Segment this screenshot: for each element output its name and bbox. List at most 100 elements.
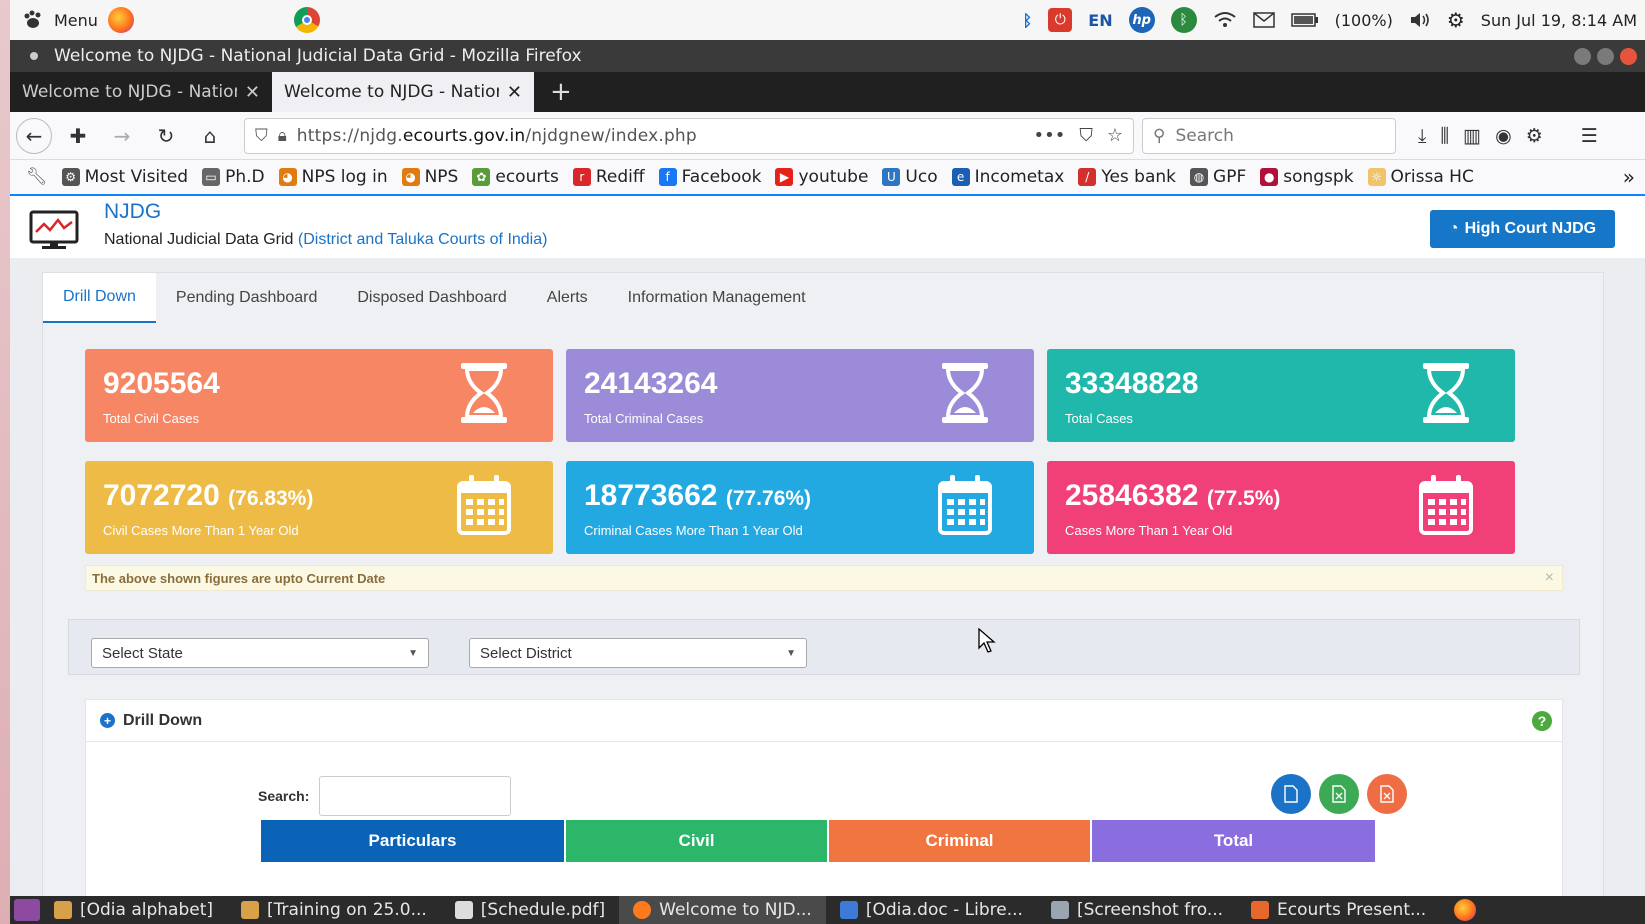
taskbar-item[interactable]: [Schedule.pdf] bbox=[441, 896, 619, 924]
bookmark-item[interactable]: ◕ NPS log in bbox=[278, 167, 388, 187]
bookmark-item[interactable]: f Facebook bbox=[658, 167, 761, 187]
bookmark-item[interactable]: e Incometax bbox=[951, 167, 1064, 187]
alert-close-icon[interactable]: × bbox=[1545, 569, 1562, 587]
bookmark-item[interactable]: ◍ GPF bbox=[1190, 167, 1246, 187]
lock-icon[interactable]: 🔒︎ bbox=[278, 126, 287, 146]
column-header-criminal[interactable]: Criminal bbox=[829, 820, 1092, 862]
pocket-icon[interactable]: ⛉ bbox=[1079, 125, 1093, 146]
taskbar-item[interactable]: [Odia alphabet] bbox=[40, 896, 227, 924]
bookmark-item[interactable]: ◕ NPS bbox=[401, 167, 458, 187]
power-icon[interactable]: ⏻ bbox=[1048, 8, 1073, 32]
maximize-button[interactable] bbox=[1597, 47, 1614, 65]
stat-card[interactable]: 7072720 (76.83%) Civil Cases More Than 1 … bbox=[85, 461, 553, 554]
taskbar-item[interactable]: [Training on 25.0... bbox=[227, 896, 441, 924]
menu-button[interactable]: Menu bbox=[54, 11, 98, 30]
account-icon[interactable]: ◉ bbox=[1495, 125, 1512, 147]
bookmarks-overflow-icon[interactable]: » bbox=[1623, 165, 1645, 189]
stat-card[interactable]: 24143264 Total Criminal Cases bbox=[566, 349, 1034, 442]
url-bar[interactable]: ⛉ 🔒︎ https://njdg.ecourts.gov.in/njdgnew… bbox=[244, 117, 1134, 154]
wifi-icon[interactable] bbox=[1213, 11, 1237, 29]
library-icon[interactable]: ⫼ bbox=[1440, 125, 1449, 147]
firefox-launcher-icon[interactable] bbox=[107, 7, 134, 33]
close-window-button[interactable] bbox=[1620, 47, 1637, 65]
bookmark-item[interactable]: U Uco bbox=[882, 167, 938, 187]
bookmark-item[interactable]: ▭ Ph.D bbox=[202, 167, 265, 187]
bookmark-item[interactable]: ⚙ Most Visited bbox=[61, 167, 188, 187]
stat-card[interactable]: 9205564 Total Civil Cases bbox=[85, 349, 553, 442]
bluetooth-icon[interactable]: ᛒ bbox=[1023, 11, 1033, 30]
url-text[interactable]: https://njdg.ecourts.gov.in/njdgnew/inde… bbox=[297, 126, 1024, 146]
tab-disposed-dashboard[interactable]: Disposed Dashboard bbox=[337, 273, 526, 323]
bookmark-star-icon[interactable]: ☆ bbox=[1107, 125, 1123, 146]
extension-gear-icon[interactable]: ⚙ bbox=[1526, 125, 1543, 147]
paw-menu-icon[interactable] bbox=[22, 10, 44, 30]
system-panel: Menu ᛒ ⏻ EN hp ᛒ (100%) ⚙ Sun Jul 19, 8:… bbox=[10, 0, 1645, 40]
firefox-tray-icon[interactable] bbox=[1454, 899, 1477, 921]
language-indicator[interactable]: EN bbox=[1088, 11, 1112, 30]
high-court-njdg-button[interactable]: ◔ High Court NJDG bbox=[1430, 210, 1615, 248]
extensions-icon[interactable]: ✚ bbox=[60, 118, 96, 154]
page-actions-icon[interactable]: ••• bbox=[1034, 125, 1066, 146]
mail-icon[interactable] bbox=[1252, 12, 1275, 28]
stat-label: Total Civil Cases bbox=[103, 411, 200, 426]
search-label: Search: bbox=[258, 788, 310, 804]
close-tab-icon[interactable]: ✕ bbox=[245, 82, 260, 103]
volume-icon[interactable] bbox=[1409, 11, 1431, 29]
tab-alerts[interactable]: Alerts bbox=[527, 273, 608, 323]
select-state-dropdown[interactable]: Select State ▼ bbox=[91, 638, 429, 668]
export-excel-button[interactable] bbox=[1319, 774, 1359, 814]
settings-gear-icon[interactable]: ⚙ bbox=[1447, 8, 1465, 32]
forward-button[interactable]: → bbox=[104, 118, 140, 154]
minimize-button[interactable] bbox=[1574, 47, 1591, 65]
stat-value: 25846382 (77.5%) bbox=[1065, 479, 1281, 512]
browser-tab[interactable]: Welcome to NJDG - Nationa ✕ bbox=[10, 72, 272, 112]
tab-drill-down[interactable]: Drill Down bbox=[43, 273, 156, 323]
select-district-dropdown[interactable]: Select District ▼ bbox=[469, 638, 807, 668]
expand-plus-icon[interactable]: + bbox=[100, 713, 115, 728]
tab-pending-dashboard[interactable]: Pending Dashboard bbox=[156, 273, 337, 323]
wrench-icon[interactable]: 🔧︎ bbox=[26, 167, 48, 187]
clock[interactable]: Sun Jul 19, 8:14 AM bbox=[1481, 11, 1637, 30]
bluetooth-manager-icon[interactable]: ᛒ bbox=[1170, 7, 1197, 33]
back-button[interactable]: ← bbox=[16, 117, 52, 154]
column-header-civil[interactable]: Civil bbox=[566, 820, 829, 862]
bookmark-item[interactable]: r Rediff bbox=[572, 167, 645, 187]
export-csv-button[interactable] bbox=[1367, 774, 1407, 814]
taskbar-item[interactable]: [Screenshot fro... bbox=[1037, 896, 1237, 924]
bookmark-item[interactable]: ✿ ecourts bbox=[472, 167, 559, 187]
bookmark-item[interactable]: ● songspk bbox=[1260, 167, 1354, 187]
table-search-input[interactable] bbox=[319, 776, 512, 816]
export-pdf-button[interactable] bbox=[1271, 774, 1311, 814]
search-input[interactable]: ⚲ Search bbox=[1142, 117, 1396, 154]
tab-information-management[interactable]: Information Management bbox=[608, 273, 826, 323]
sidebar-icon[interactable]: ▥ bbox=[1463, 125, 1481, 147]
new-tab-button[interactable]: + bbox=[534, 72, 588, 112]
dashboard-tabs: Drill Down Pending Dashboard Disposed Dash… bbox=[43, 273, 826, 323]
hamburger-menu-icon[interactable]: ☰ bbox=[1581, 125, 1598, 147]
show-desktop-icon[interactable] bbox=[14, 899, 40, 921]
taskbar-item[interactable]: Ecourts Present... bbox=[1237, 896, 1440, 924]
njdg-logo-icon[interactable] bbox=[28, 210, 84, 250]
reload-button[interactable]: ↻ bbox=[148, 118, 184, 154]
browser-tab-active[interactable]: Welcome to NJDG - Nationa ✕ bbox=[272, 72, 534, 112]
shield-icon[interactable]: ⛉ bbox=[255, 126, 268, 146]
battery-icon[interactable] bbox=[1290, 12, 1319, 28]
downloads-icon[interactable]: ⤓ bbox=[1418, 125, 1426, 147]
stat-card[interactable]: 33348828 Total Cases bbox=[1047, 349, 1515, 442]
bookmark-item[interactable]: / Yes bank bbox=[1078, 167, 1176, 187]
hp-icon[interactable]: hp bbox=[1128, 7, 1155, 33]
column-header-particulars[interactable]: Particulars bbox=[261, 820, 566, 862]
close-tab-icon[interactable]: ✕ bbox=[507, 82, 522, 103]
chrome-launcher-icon[interactable] bbox=[293, 7, 320, 33]
drill-down-header[interactable]: + Drill Down ? bbox=[86, 700, 1562, 742]
bookmark-item[interactable]: ☼ Orissa HC bbox=[1367, 167, 1474, 187]
stat-card[interactable]: 18773662 (77.76%) Criminal Cases More Tha… bbox=[566, 461, 1034, 554]
bookmark-item[interactable]: ▶ youtube bbox=[775, 167, 868, 187]
help-icon[interactable]: ? bbox=[1532, 710, 1552, 731]
taskbar-item[interactable]: [Odia.doc - Libre... bbox=[826, 896, 1037, 924]
stat-card[interactable]: 25846382 (77.5%) Cases More Than 1 Year O… bbox=[1047, 461, 1515, 554]
site-name[interactable]: NJDG bbox=[104, 200, 161, 224]
home-button[interactable]: ⌂ bbox=[192, 118, 228, 154]
taskbar-item[interactable]: Welcome to NJD... bbox=[619, 896, 826, 924]
column-header-total[interactable]: Total bbox=[1092, 820, 1377, 862]
